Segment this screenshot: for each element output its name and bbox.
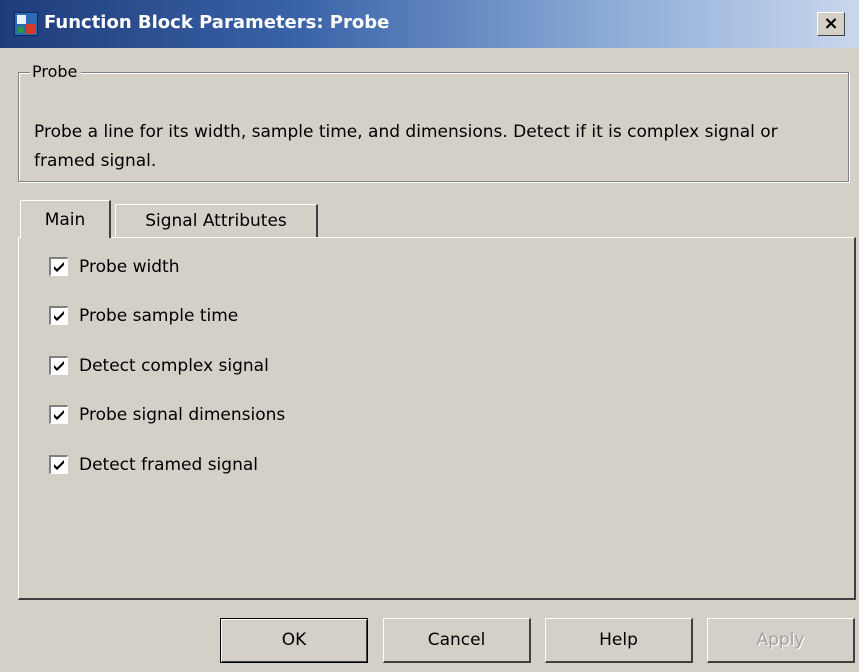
dialog-window: Function Block Parameters: Probe × Probe…: [0, 0, 859, 672]
checkbox-label: Probe sample time: [79, 306, 239, 326]
tab-panel-main: Probe width Probe sample time Detect com…: [18, 237, 856, 600]
checkmark-icon: [54, 311, 64, 321]
checkbox-label: Detect framed signal: [79, 455, 258, 475]
checkbox-box[interactable]: [49, 455, 68, 474]
checkmark-icon: [54, 262, 64, 272]
group-label: Probe: [30, 62, 82, 81]
ok-button[interactable]: OK: [220, 618, 368, 663]
help-button[interactable]: Help: [545, 618, 693, 663]
checkbox-label: Detect complex signal: [79, 356, 269, 376]
title-bar[interactable]: Function Block Parameters: Probe ×: [0, 0, 859, 48]
block-description: Probe a line for its width, sample time,…: [34, 122, 778, 171]
checkbox-label: Probe width: [79, 257, 180, 277]
checkbox-box[interactable]: [49, 405, 68, 424]
checkbox-box[interactable]: [49, 306, 68, 325]
checkmark-icon: [54, 361, 64, 371]
checkmark-icon: [54, 410, 64, 420]
close-icon: ×: [823, 13, 839, 34]
checkbox-box[interactable]: [49, 356, 68, 375]
checkbox-label: Probe signal dimensions: [79, 405, 286, 425]
close-button[interactable]: ×: [817, 12, 845, 36]
checkbox-box[interactable]: [49, 257, 68, 276]
window-title: Function Block Parameters: Probe: [44, 12, 390, 33]
checkmark-icon: [54, 460, 64, 470]
tab-main[interactable]: Main: [20, 200, 111, 238]
cancel-button[interactable]: Cancel: [383, 618, 531, 663]
simulink-block-icon: [14, 12, 38, 36]
tab-signal-attributes[interactable]: Signal Attributes: [115, 204, 318, 237]
apply-button[interactable]: Apply: [707, 618, 855, 663]
